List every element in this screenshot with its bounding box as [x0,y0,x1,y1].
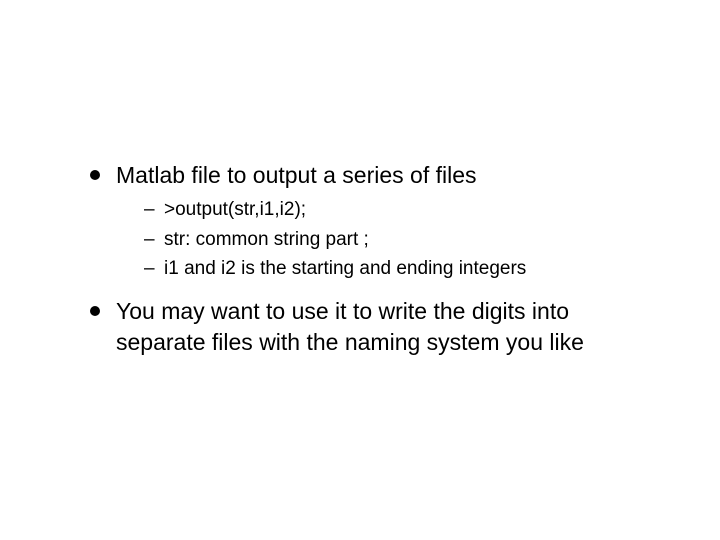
bullet-text: Matlab file to output a series of files [116,162,477,188]
list-item: Matlab file to output a series of files … [90,160,650,282]
sub-bullet-text: i1 and i2 is the starting and ending int… [164,258,526,279]
list-item: str: common string part ; [144,227,650,253]
bullet-list: Matlab file to output a series of files … [90,160,650,358]
list-item: i1 and i2 is the starting and ending int… [144,256,650,282]
list-item: >output(str,i1,i2); [144,197,650,223]
sub-bullet-text: >output(str,i1,i2); [164,199,306,220]
sub-list: >output(str,i1,i2); str: common string p… [116,197,650,282]
bullet-text: You may want to use it to write the digi… [116,298,584,355]
list-item: You may want to use it to write the digi… [90,296,650,358]
slide: Matlab file to output a series of files … [0,0,720,540]
sub-bullet-text: str: common string part ; [164,229,369,250]
